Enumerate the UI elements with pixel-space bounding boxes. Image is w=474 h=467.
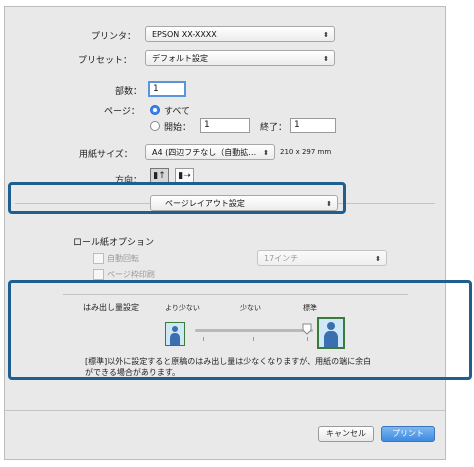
copies-label: 部数：	[115, 87, 143, 97]
paper-size-label: 用紙サイズ：	[79, 150, 133, 160]
preset-label: プリセット：	[78, 56, 133, 66]
cancel-button[interactable]: キャンセル	[318, 426, 374, 442]
roll-width-value: 17インチ	[264, 254, 299, 263]
pages-to-field[interactable]: 1	[290, 118, 336, 133]
printer-value: EPSON XX-XXXX	[152, 30, 217, 39]
landscape-icon: ▮➝	[178, 171, 191, 181]
copies-field[interactable]: 1	[148, 81, 186, 97]
pages-from-label: 開始：	[164, 123, 192, 133]
page-frame-label: ページ枠印刷	[107, 270, 155, 279]
paper-dimensions: 210 x 297 mm	[280, 148, 332, 156]
roll-options-title: ロール紙オプション	[73, 238, 155, 248]
footer-separator	[5, 410, 445, 411]
portrait-icon: ▮↑	[153, 171, 166, 181]
roll-width-select[interactable]: 17インチ ⬍	[257, 250, 387, 266]
paper-size-select[interactable]: A4 (四辺フチなし（自動拡… ⬍	[145, 144, 275, 160]
page-frame-checkbox[interactable]	[93, 269, 104, 280]
pages-range-radio[interactable]	[150, 121, 160, 131]
print-dialog: プリンタ： EPSON XX-XXXX ⬍ プリセット： デフォルト設定 ⬍ 部…	[4, 6, 446, 460]
auto-rotate-label: 自動回転	[107, 254, 139, 263]
printer-select[interactable]: EPSON XX-XXXX ⬍	[145, 26, 335, 42]
pages-all-radio[interactable]	[150, 105, 160, 115]
select-arrows-icon: ⬍	[263, 149, 269, 157]
paper-size-value: A4 (四辺フチなし（自動拡…	[152, 148, 257, 157]
preset-value: デフォルト設定	[152, 54, 208, 63]
select-arrows-icon: ⬍	[375, 255, 381, 263]
select-arrows-icon: ⬍	[323, 31, 329, 39]
select-arrows-icon: ⬍	[323, 55, 329, 63]
print-button[interactable]: プリント	[381, 426, 435, 442]
panel-select-highlight	[8, 182, 346, 214]
pages-label: ページ：	[104, 107, 140, 117]
auto-rotate-checkbox[interactable]	[93, 253, 104, 264]
pages-all-label: すべて	[164, 107, 191, 117]
overflow-settings-highlight	[8, 280, 472, 380]
printer-label: プリンタ：	[91, 32, 137, 42]
pages-from-field[interactable]: 1	[200, 118, 250, 133]
preset-select[interactable]: デフォルト設定 ⬍	[145, 50, 335, 66]
pages-to-label: 終了：	[260, 123, 288, 133]
